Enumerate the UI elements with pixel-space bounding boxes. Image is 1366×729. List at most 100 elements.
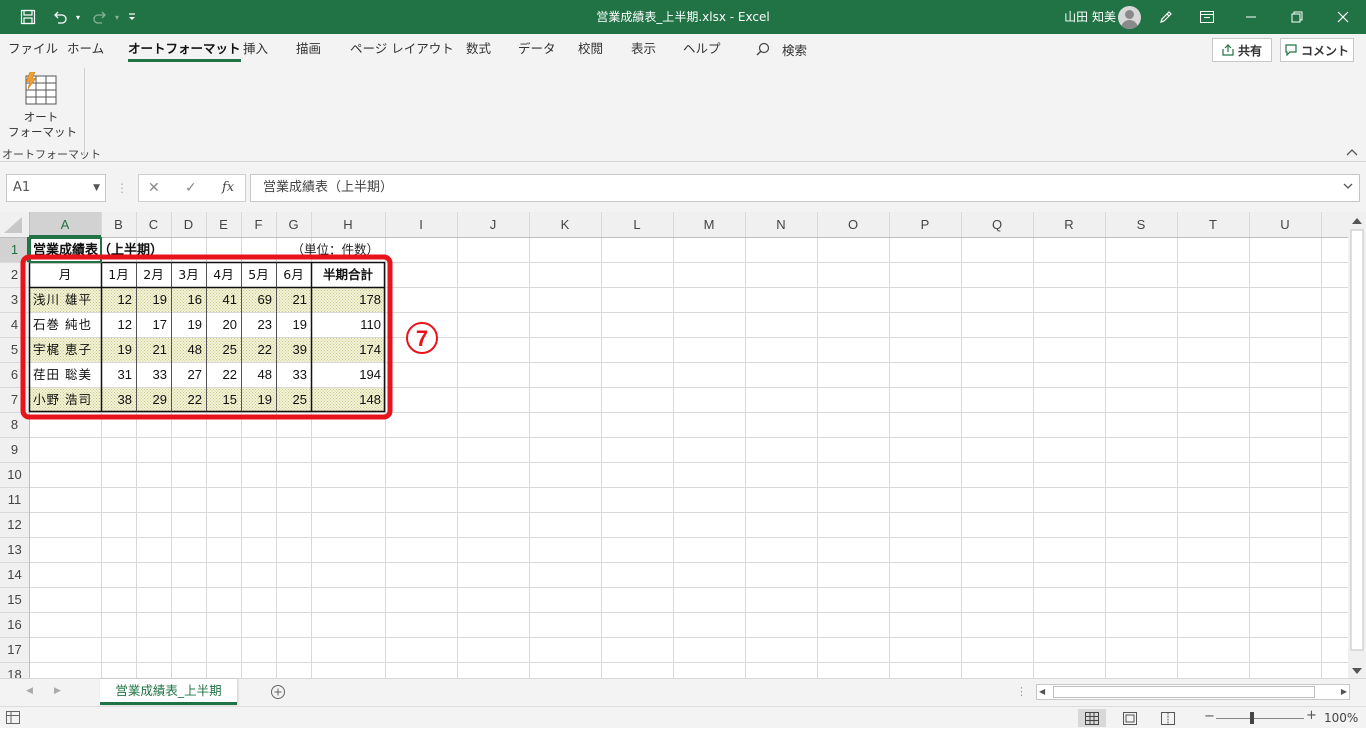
redo-dropdown-icon[interactable]: ▾: [112, 0, 122, 34]
tab-split-handle-icon[interactable]: ⋮: [1016, 685, 1027, 698]
tab-draw[interactable]: 描画: [296, 34, 321, 64]
value-cell[interactable]: 39: [293, 342, 307, 357]
minimize-icon[interactable]: [1228, 0, 1274, 34]
tab-file[interactable]: ファイル: [8, 34, 58, 64]
scroll-left-icon[interactable]: ◀: [1039, 687, 1045, 696]
table-header-cell[interactable]: 6月: [283, 267, 303, 282]
column-header[interactable]: R: [1064, 217, 1073, 232]
avatar[interactable]: [1118, 6, 1141, 29]
normal-view-icon[interactable]: [1078, 709, 1106, 727]
value-cell[interactable]: 33: [293, 367, 307, 382]
table-header-cell[interactable]: 5月: [248, 267, 268, 282]
vertical-scroll-thumb[interactable]: [1350, 229, 1364, 651]
zoom-slider[interactable]: [1216, 718, 1304, 719]
horizontal-scrollbar[interactable]: ◀ ▶: [1036, 684, 1350, 700]
restore-icon[interactable]: [1274, 0, 1320, 34]
zoom-slider-thumb[interactable]: [1250, 712, 1254, 724]
collapse-ribbon-icon[interactable]: [1346, 146, 1358, 159]
value-cell[interactable]: 12: [118, 292, 132, 307]
row-header[interactable]: 7: [11, 392, 18, 407]
column-header[interactable]: P: [921, 217, 930, 232]
page-break-view-icon[interactable]: [1154, 709, 1182, 727]
table-header-cell[interactable]: 2月: [143, 267, 163, 282]
value-cell[interactable]: 17: [153, 317, 167, 332]
tab-formulas[interactable]: 数式: [466, 34, 491, 64]
redo-icon[interactable]: [88, 0, 112, 34]
value-cell[interactable]: 20: [223, 317, 237, 332]
row-header[interactable]: 14: [7, 567, 21, 582]
name-cell[interactable]: 石巻 純也: [33, 317, 92, 332]
scroll-right-icon[interactable]: ▶: [1341, 687, 1347, 696]
value-cell[interactable]: 19: [293, 317, 307, 332]
value-cell[interactable]: 25: [293, 392, 307, 407]
undo-icon[interactable]: [48, 0, 72, 34]
row-header[interactable]: 15: [7, 592, 21, 607]
ribbon-display-icon[interactable]: [1184, 0, 1230, 34]
next-sheet-icon[interactable]: ▶: [54, 686, 61, 696]
column-header[interactable]: I: [419, 217, 423, 232]
column-header[interactable]: M: [704, 217, 715, 232]
table-header-cell[interactable]: 半期合計: [323, 267, 374, 282]
value-cell[interactable]: 38: [118, 392, 132, 407]
formula-input[interactable]: 営業成績表（上半期）: [250, 174, 1360, 202]
zoom-level[interactable]: 100%: [1324, 707, 1358, 729]
row-header[interactable]: 10: [7, 467, 21, 482]
tab-help[interactable]: ヘルプ: [683, 34, 721, 64]
value-cell[interactable]: 21: [153, 342, 167, 357]
page-layout-view-icon[interactable]: [1116, 709, 1144, 727]
column-header[interactable]: B: [114, 217, 123, 232]
tab-home[interactable]: ホーム: [67, 34, 104, 64]
row-header[interactable]: 9: [11, 442, 18, 457]
value-cell[interactable]: 29: [153, 392, 167, 407]
name-box[interactable]: A1 ▼: [6, 174, 106, 202]
value-cell[interactable]: 21: [293, 292, 307, 307]
column-header[interactable]: U: [1280, 217, 1289, 232]
value-cell[interactable]: 22: [188, 392, 202, 407]
undo-dropdown-icon[interactable]: ▾: [72, 0, 84, 34]
column-header[interactable]: G: [288, 217, 298, 232]
value-cell[interactable]: 19: [258, 392, 272, 407]
column-header[interactable]: S: [1137, 217, 1146, 232]
value-cell[interactable]: 33: [153, 367, 167, 382]
column-header[interactable]: L: [633, 217, 640, 232]
column-header[interactable]: N: [776, 217, 785, 232]
sheet-tab[interactable]: 営業成績表_上半期: [100, 679, 237, 705]
table-header-cell[interactable]: 4月: [213, 267, 233, 282]
row-header[interactable]: 17: [7, 642, 21, 657]
value-cell[interactable]: 22: [258, 342, 272, 357]
value-cell[interactable]: 194: [359, 367, 381, 382]
value-cell[interactable]: 25: [223, 342, 237, 357]
row-header[interactable]: 3: [11, 292, 18, 307]
column-header[interactable]: J: [490, 217, 497, 232]
row-header[interactable]: 12: [7, 517, 21, 532]
value-cell[interactable]: 148: [359, 392, 381, 407]
tab-page-layout[interactable]: ページ レイアウト: [350, 34, 454, 64]
name-box-dropdown-icon[interactable]: ▼: [93, 175, 100, 201]
name-cell[interactable]: 宇梶 恵子: [33, 342, 92, 357]
value-cell[interactable]: 23: [258, 317, 272, 332]
zoom-in-icon[interactable]: +: [1306, 708, 1317, 723]
row-header[interactable]: 11: [8, 492, 22, 507]
value-cell[interactable]: 69: [258, 292, 272, 307]
column-header[interactable]: E: [219, 217, 228, 232]
tab-autoformat[interactable]: オートフォーマット: [128, 34, 241, 64]
worksheet-grid[interactable]: A B C D E F G H I J K L M N O P Q R S T U 1 2 3 4 5 6 7 8 9 10 11 12 13 14…: [0, 212, 1366, 678]
tab-data[interactable]: データ: [518, 34, 556, 64]
column-header[interactable]: H: [343, 217, 352, 232]
value-cell[interactable]: 31: [118, 367, 132, 382]
name-cell[interactable]: 荏田 聡美: [33, 367, 92, 382]
value-cell[interactable]: 48: [188, 342, 202, 357]
row-header[interactable]: 5: [11, 342, 18, 357]
column-header[interactable]: Q: [992, 217, 1002, 232]
row-header[interactable]: 2: [11, 267, 18, 282]
column-header[interactable]: C: [149, 217, 158, 232]
value-cell[interactable]: 19: [118, 342, 132, 357]
value-cell[interactable]: 41: [223, 292, 237, 307]
row-header[interactable]: 6: [11, 367, 18, 382]
row-header[interactable]: 16: [7, 617, 21, 632]
name-cell[interactable]: 浅川 雄平: [33, 292, 92, 307]
expand-formula-bar-icon[interactable]: [1343, 175, 1353, 201]
column-header[interactable]: A: [61, 217, 70, 232]
tab-view[interactable]: 表示: [631, 34, 656, 64]
autoformat-button[interactable]: オート フォーマット: [8, 68, 77, 140]
